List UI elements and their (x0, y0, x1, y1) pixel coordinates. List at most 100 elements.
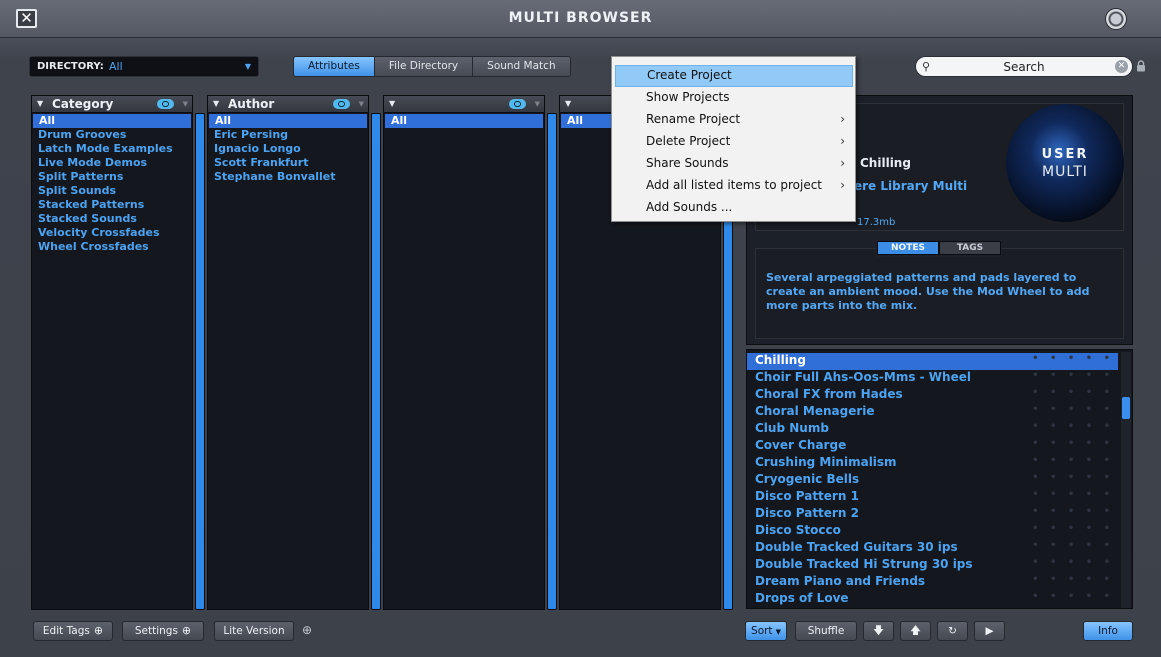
menu-item-show-projects[interactable]: Show Projects (615, 87, 853, 109)
result-row[interactable]: Disco Stocco • • • • • (747, 523, 1118, 540)
rating-dots[interactable]: • • • • • (1032, 455, 1114, 466)
arrow-up-button[interactable]: 🡅 (900, 621, 931, 641)
result-row[interactable]: Crushing Minimalism • • • • • (747, 455, 1118, 472)
result-row[interactable]: Double Tracked Guitars 30 ips • • • • • (747, 540, 1118, 557)
arrow-down-button[interactable]: 🡇 (863, 621, 894, 641)
rating-dots[interactable]: • • • • • (1032, 387, 1114, 398)
rating-dots[interactable]: • • • • • (1032, 540, 1114, 551)
result-name: Disco Stocco (755, 523, 841, 537)
result-row[interactable]: Chilling • • • • • (747, 353, 1118, 370)
result-row[interactable]: Disco Pattern 2 • • • • • (747, 506, 1118, 523)
author-scrollbar[interactable] (371, 113, 381, 610)
rating-dots[interactable]: • • • • • (1032, 574, 1114, 585)
result-row[interactable]: Double Tracked Hi Strung 30 ips • • • • • (747, 557, 1118, 574)
list-item[interactable]: All (33, 114, 191, 128)
rating-dots[interactable]: • • • • • (1032, 557, 1114, 568)
column-3-scrollbar[interactable] (547, 113, 557, 610)
directory-selector[interactable]: DIRECTORY: All ▼ (29, 56, 259, 77)
rating-dots[interactable]: • • • • • (1032, 506, 1114, 517)
list-item[interactable]: All (385, 114, 543, 128)
context-menu: Create Project Show Projects Rename Proj… (611, 56, 856, 222)
list-item[interactable]: Latch Mode Examples (32, 142, 192, 156)
result-row[interactable]: Choral FX from Hades • • • • • (747, 387, 1118, 404)
result-row[interactable]: Cover Charge • • • • • (747, 438, 1118, 455)
list-item[interactable]: Ignacio Longo (208, 142, 368, 156)
sort-triangle-icon: ▼ (389, 99, 396, 108)
tab-tags[interactable]: TAGS (939, 241, 1001, 255)
list-item[interactable]: All (209, 114, 367, 128)
tab-sound-match[interactable]: Sound Match (472, 56, 571, 77)
search-input[interactable]: ⚲ Search ✕ (915, 56, 1133, 77)
clear-search-icon[interactable]: ✕ (1115, 60, 1128, 73)
menu-item-delete-project[interactable]: Delete Project › (615, 131, 853, 153)
chevron-down-icon[interactable]: ▼ (535, 100, 540, 108)
rating-dots[interactable]: • • • • • (1032, 472, 1114, 483)
rating-dots[interactable]: • • • • • (1032, 489, 1114, 500)
menu-item-add-sounds[interactable]: Add Sounds ... (615, 197, 853, 219)
menu-item-share-sounds[interactable]: Share Sounds › (615, 153, 853, 175)
list-item[interactable]: Split Sounds (32, 184, 192, 198)
author-column-header[interactable]: ▼ Author ▼ (208, 96, 368, 113)
link-toggle-icon[interactable] (333, 99, 350, 109)
tab-notes[interactable]: NOTES (877, 241, 939, 255)
list-item[interactable]: Eric Persing (208, 128, 368, 142)
category-list: All Drum Grooves Latch Mode Examples Liv… (32, 113, 192, 254)
refresh-button[interactable]: ↻ (937, 621, 968, 641)
list-item[interactable]: Stacked Patterns (32, 198, 192, 212)
tab-attributes[interactable]: Attributes (293, 56, 375, 77)
rating-dots[interactable]: • • • • • (1032, 523, 1114, 534)
zoom-icon[interactable]: ⊕ (302, 623, 312, 637)
results-scrollbar[interactable] (1121, 352, 1131, 608)
chevron-right-icon: › (840, 134, 845, 148)
list-item[interactable]: Velocity Crossfades (32, 226, 192, 240)
lock-icon[interactable] (1136, 60, 1146, 72)
result-name: Double Tracked Hi Strung 30 ips (755, 557, 973, 571)
menu-item-add-all-listed[interactable]: Add all listed items to project › (615, 175, 853, 197)
menu-item-label: Add Sounds ... (646, 200, 733, 214)
menu-item-rename-project[interactable]: Rename Project › (615, 109, 853, 131)
list-item[interactable]: Wheel Crossfades (32, 240, 192, 254)
tab-file-directory[interactable]: File Directory (373, 56, 474, 77)
list-item[interactable]: Scott Frankfurt (208, 156, 368, 170)
category-column-title: Category (52, 97, 114, 111)
info-button[interactable]: Info (1083, 621, 1133, 641)
result-name: Dream Piano and Friends (755, 574, 926, 588)
result-row[interactable]: Drops of Love • • • • • (747, 591, 1118, 608)
category-column-header[interactable]: ▼ Category ▼ (32, 96, 192, 113)
result-name: Chilling (755, 353, 806, 367)
list-item[interactable]: Stephane Bonvallet (208, 170, 368, 184)
rating-dots[interactable]: • • • • • (1032, 404, 1114, 415)
play-button[interactable]: ▶ (974, 621, 1005, 641)
arrow-up-icon: 🡅 (910, 625, 921, 637)
rating-dots[interactable]: • • • • • (1032, 421, 1114, 432)
result-row[interactable]: Disco Pattern 1 • • • • • (747, 489, 1118, 506)
shuffle-button[interactable]: Shuffle (795, 621, 857, 641)
result-row[interactable]: Choral Menagerie • • • • • (747, 404, 1118, 421)
rating-dots[interactable]: • • • • • (1032, 353, 1114, 364)
chevron-down-icon[interactable]: ▼ (359, 100, 364, 108)
chevron-down-icon[interactable]: ▼ (183, 100, 188, 108)
power-icon[interactable] (1105, 8, 1127, 30)
list-item[interactable]: Split Patterns (32, 170, 192, 184)
link-toggle-icon[interactable] (509, 99, 526, 109)
settings-button[interactable]: Settings ⊕ (122, 621, 204, 641)
lite-version-button[interactable]: Lite Version (214, 621, 294, 641)
results-scroll-thumb[interactable] (1122, 397, 1130, 419)
link-toggle-icon[interactable] (157, 99, 174, 109)
list-item[interactable]: Stacked Sounds (32, 212, 192, 226)
category-scrollbar[interactable] (195, 113, 205, 610)
result-row[interactable]: Choir Full Ahs-Oos-Mms - Wheel • • • • • (747, 370, 1118, 387)
result-row[interactable]: Club Numb • • • • • (747, 421, 1118, 438)
sort-button[interactable]: Sort ▼ (745, 621, 787, 641)
list-item[interactable]: Live Mode Demos (32, 156, 192, 170)
menu-item-create-project[interactable]: Create Project (615, 65, 853, 87)
rating-dots[interactable]: • • • • • (1032, 591, 1114, 602)
column-3-header[interactable]: ▼ ▼ (384, 96, 544, 113)
chevron-down-icon: ▼ (244, 62, 251, 71)
list-item[interactable]: Drum Grooves (32, 128, 192, 142)
result-row[interactable]: Dream Piano and Friends • • • • • (747, 574, 1118, 591)
rating-dots[interactable]: • • • • • (1032, 370, 1114, 381)
result-row[interactable]: Cryogenic Bells • • • • • (747, 472, 1118, 489)
edit-tags-button[interactable]: Edit Tags ⊕ (33, 621, 113, 641)
rating-dots[interactable]: • • • • • (1032, 438, 1114, 449)
